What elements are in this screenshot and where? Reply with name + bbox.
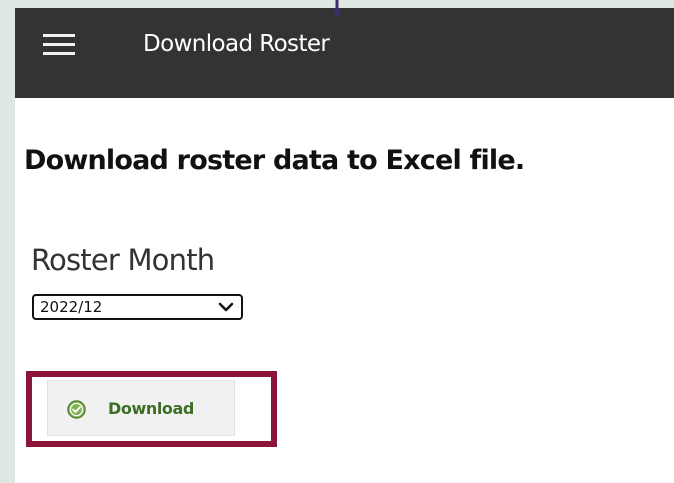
chevron-down-icon [218, 302, 234, 312]
check-circle-icon [67, 400, 86, 419]
download-button-label: Download [108, 399, 194, 418]
roster-month-label: Roster Month [31, 243, 215, 277]
header-title: Download Roster [143, 31, 330, 57]
menu-button[interactable] [41, 28, 77, 62]
roster-month-select[interactable]: 2022/12 [32, 294, 243, 320]
app-header: Download Roster [15, 8, 674, 98]
down-arrow-icon [332, 0, 342, 18]
page-title: Download roster data to Excel file. [24, 145, 525, 176]
download-button[interactable]: Download [47, 380, 235, 436]
roster-month-selected-value: 2022/12 [40, 298, 103, 316]
